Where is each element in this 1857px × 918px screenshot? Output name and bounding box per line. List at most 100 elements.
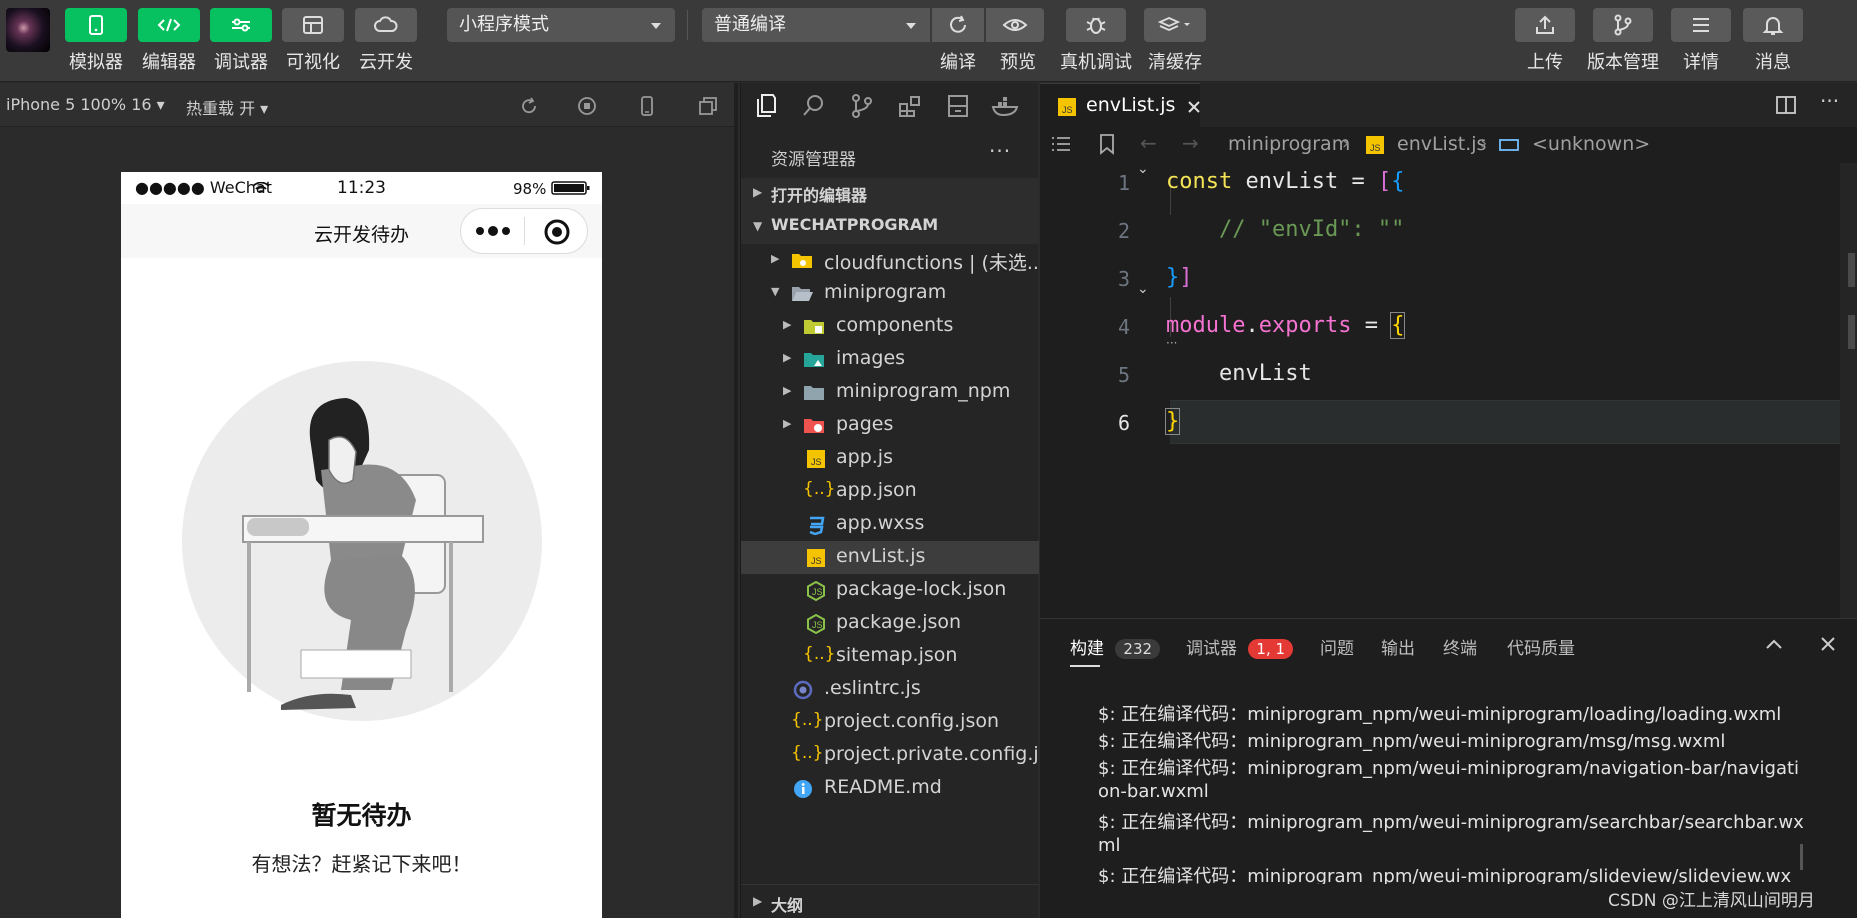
watermark: CSDN @江上清风山间明月	[1608, 891, 1815, 911]
tree-item-package-json[interactable]: JS package.json	[741, 607, 1039, 640]
compile-button[interactable]	[932, 8, 984, 42]
forward-arrow-icon[interactable]: →	[1182, 131, 1199, 155]
open-editors-section[interactable]: ▶ 打开的编辑器	[741, 178, 1039, 211]
version-control-button[interactable]	[1593, 8, 1653, 42]
tab-build[interactable]: 构建 232	[1070, 634, 1161, 659]
mode-select[interactable]: 小程序模式	[447, 8, 675, 42]
empty-subtitle: 有想法？赶紧记下来吧！	[251, 852, 472, 876]
sliders-icon	[232, 18, 250, 32]
hot-reload-select[interactable]: 热重载 开 ▾	[186, 95, 268, 119]
breadcrumb-symbol[interactable]: <unknown>	[1532, 133, 1650, 155]
stop-icon[interactable]	[576, 95, 598, 117]
clear-cache-button[interactable]	[1144, 8, 1206, 42]
tree-item-label: package.json	[836, 611, 962, 633]
search-icon[interactable]	[801, 93, 827, 119]
compile-select[interactable]: 普通编译	[702, 8, 930, 42]
tree-item-app-js[interactable]: JS app.js	[741, 442, 1039, 475]
code-line-2[interactable]: // "envId": ""	[1166, 217, 1404, 242]
storage-icon[interactable]	[945, 93, 971, 119]
more-actions-icon[interactable]: ···	[989, 139, 1011, 163]
remote-debug-label: 真机调试	[1060, 52, 1132, 73]
back-arrow-icon[interactable]: ←	[1140, 131, 1157, 155]
fold-icon[interactable]: ⌄	[1137, 161, 1149, 177]
remote-debug-button[interactable]	[1066, 8, 1126, 42]
capsule-menu[interactable]	[460, 208, 588, 254]
tree-item-label: pages	[836, 413, 894, 435]
split-editor-icon[interactable]	[1775, 95, 1797, 115]
chevron-right-icon: ▶	[753, 185, 763, 199]
device-select[interactable]: iPhone 5 100% 16 ▾	[6, 95, 165, 114]
breadcrumb-file[interactable]: envList.js	[1397, 133, 1486, 155]
tree-item-app-json[interactable]: {..} app.json	[741, 475, 1039, 508]
editor-scrollbar[interactable]	[1840, 163, 1857, 618]
tree-item-project-config-json[interactable]: {..} project.config.json	[741, 706, 1039, 739]
tab-output[interactable]: 输出	[1381, 634, 1415, 659]
cloud-dev-button[interactable]	[355, 8, 417, 42]
popout-icon[interactable]	[697, 95, 719, 117]
js-file-icon: JS	[807, 450, 825, 468]
files-icon[interactable]	[753, 93, 779, 119]
code-line-6[interactable]: }	[1164, 408, 1181, 435]
tree-item-envlist-js[interactable]: JS envList.js	[741, 541, 1039, 574]
close-icon[interactable]	[1186, 99, 1202, 115]
tree-item-app-wxss[interactable]: app.wxss	[741, 508, 1039, 541]
preview-button[interactable]	[986, 8, 1044, 42]
panel-scrollbar[interactable]	[1800, 844, 1803, 870]
simulator-toggle-button[interactable]	[65, 8, 127, 42]
log-line: $: 正在编译代码：miniprogram_npm/weui-miniprogr…	[1098, 866, 1792, 884]
more-actions-icon[interactable]: ···	[1820, 89, 1839, 113]
tree-item-miniprogram-npm[interactable]: ▶ miniprogram_npm	[741, 376, 1039, 409]
tree-item-readme-md[interactable]: README.md	[741, 772, 1039, 805]
code-line-4[interactable]: module.exports = {	[1166, 312, 1406, 339]
code-line-1[interactable]: const envList = [{	[1166, 169, 1404, 194]
tab-envlist-js[interactable]: JS envList.js	[1040, 83, 1200, 127]
rotate-icon[interactable]	[518, 95, 540, 117]
status-battery-text: 98%	[513, 180, 547, 198]
editor-toggle-button[interactable]	[138, 8, 200, 42]
code-line-3[interactable]: }]	[1166, 265, 1193, 290]
docker-icon[interactable]	[991, 93, 1021, 119]
tree-item-sitemap-json[interactable]: {..} sitemap.json	[741, 640, 1039, 673]
tree-item-label: sitemap.json	[836, 644, 958, 666]
tree-item-images[interactable]: ▶ images	[741, 343, 1039, 376]
outline-section[interactable]: ▶ 大纲	[741, 884, 1039, 918]
tree-item-miniprogram[interactable]: ▼ miniprogram	[741, 277, 1039, 310]
upload-button[interactable]	[1515, 8, 1575, 42]
tab-terminal[interactable]: 终端	[1443, 634, 1477, 659]
tree-item-components[interactable]: ▶ components	[741, 310, 1039, 343]
tree-item-label: cloudfunctions | (未选...	[824, 252, 1039, 274]
splitter[interactable]	[734, 83, 738, 918]
fold-icon[interactable]: ⌄	[1137, 281, 1149, 297]
chevron-up-icon[interactable]	[1765, 637, 1783, 651]
tree-item-cloudfunctions[interactable]: ▶ cloudfunctions | (未选...	[741, 244, 1039, 277]
tab-debugger[interactable]: 调试器 1, 1	[1186, 634, 1294, 659]
chevron-right-icon: ▶	[783, 351, 792, 364]
tree-item-project-private-config[interactable]: {..} project.private.config.js...	[741, 739, 1039, 772]
close-circle-icon[interactable]	[543, 218, 571, 246]
more-icon[interactable]	[475, 225, 511, 237]
tab-problems[interactable]: 问题	[1320, 634, 1354, 659]
device-icon[interactable]	[636, 95, 658, 117]
top-toolbar: 模拟器 编辑器 调试器 可视化 云开发 小程序模式 普通编译 编译 预览 真机调…	[0, 0, 1857, 82]
messages-button[interactable]	[1743, 8, 1803, 42]
tree-item-label: app.wxss	[836, 512, 925, 534]
source-control-icon[interactable]	[849, 93, 875, 119]
details-button[interactable]	[1671, 8, 1731, 42]
user-avatar[interactable]	[6, 8, 50, 52]
close-icon[interactable]	[1820, 636, 1836, 652]
messages-label: 消息	[1755, 52, 1791, 73]
debugger-toggle-button[interactable]	[210, 8, 272, 42]
list-icon[interactable]	[1050, 134, 1072, 154]
bookmark-icon[interactable]	[1098, 133, 1116, 155]
extensions-icon[interactable]	[897, 93, 923, 119]
tab-code-quality[interactable]: 代码质量	[1507, 634, 1575, 659]
svg-text:JS: JS	[1370, 143, 1381, 153]
visual-toggle-button[interactable]	[282, 8, 344, 42]
project-section[interactable]: ▼ WECHATPROGRAM	[741, 211, 1039, 244]
tree-item-package-lock-json[interactable]: JS package-lock.json	[741, 574, 1039, 607]
folder-pages-icon	[804, 419, 824, 433]
breadcrumb-folder[interactable]: miniprogram	[1228, 133, 1350, 155]
tree-item-pages[interactable]: ▶ pages	[741, 409, 1039, 442]
tree-item-eslintrc-js[interactable]: .eslintrc.js	[741, 673, 1039, 706]
code-line-5[interactable]: envList	[1166, 361, 1312, 386]
